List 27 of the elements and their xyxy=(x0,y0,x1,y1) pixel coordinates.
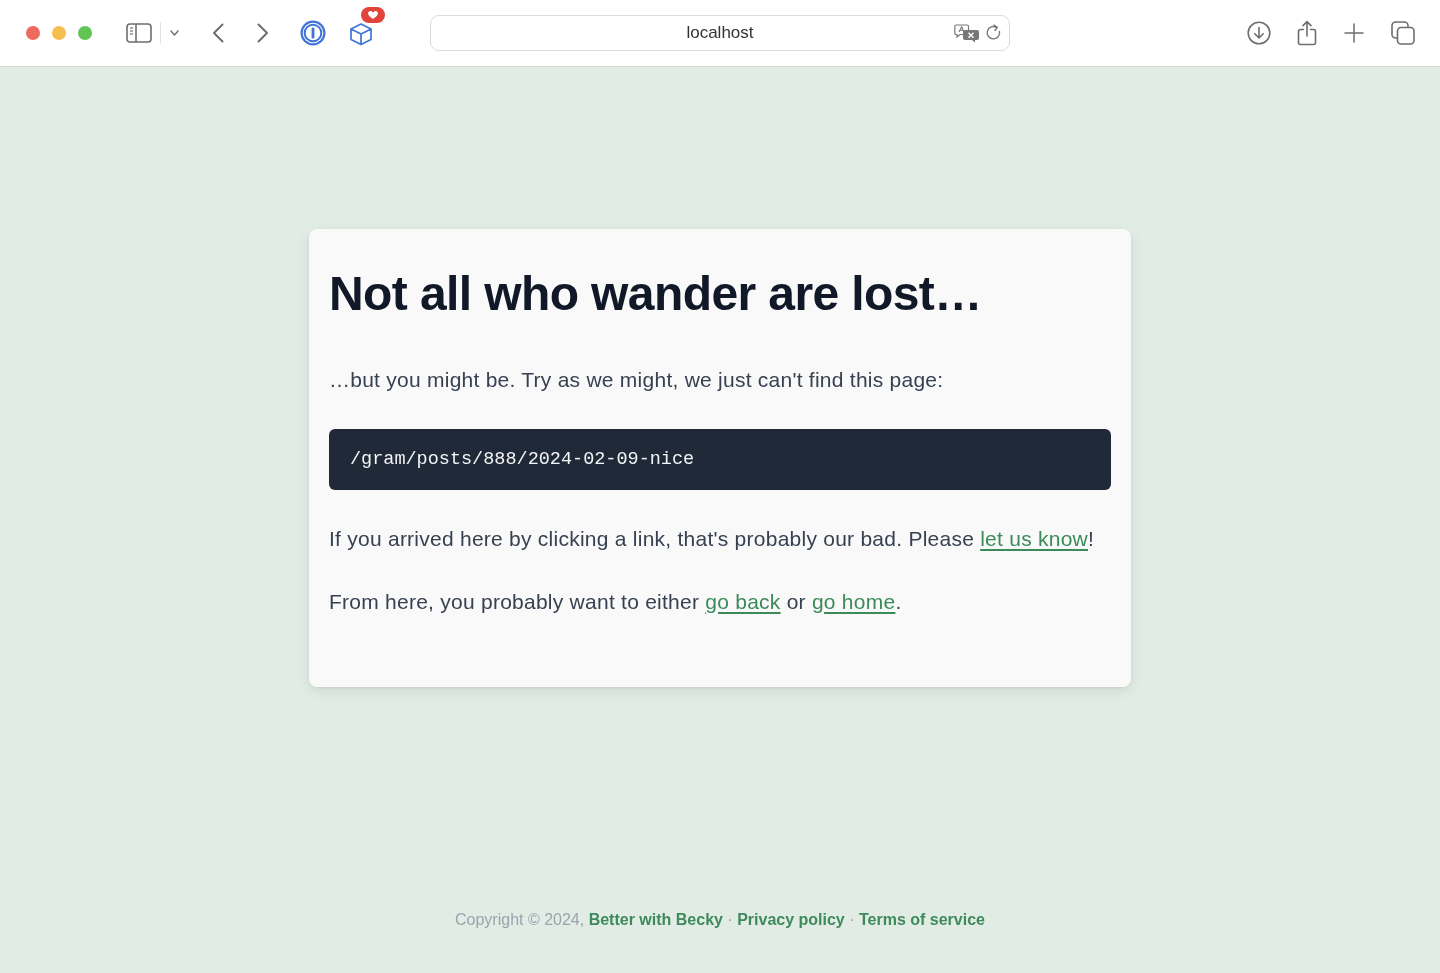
body-paragraph: If you arrived here by clicking a link, that's probably our bad. Please let us know! xyxy=(329,526,1096,552)
text-link[interactable]: go home xyxy=(811,590,896,613)
footer-link[interactable]: Privacy policy xyxy=(737,911,845,928)
footer-text: Copyright © 2024, Better with Becky · Privacy policy · Terms of service xyxy=(455,910,985,930)
back-icon[interactable] xyxy=(212,23,224,43)
page-heading: Not all who wander are lost… xyxy=(329,266,983,322)
share-icon[interactable] xyxy=(1297,20,1317,46)
forward-icon[interactable] xyxy=(257,23,269,43)
cube-icon[interactable] xyxy=(348,20,374,46)
footer-link[interactable]: Better with Becky xyxy=(588,911,723,928)
reload-icon[interactable] xyxy=(985,24,1003,42)
keyhole-ring-icon[interactable] xyxy=(300,20,326,46)
download-icon[interactable] xyxy=(1247,21,1271,45)
text-link[interactable]: let us know xyxy=(980,527,1088,550)
heart-badge-icon xyxy=(361,7,385,23)
body-paragraph: From here, you probably want to either go back or go home. xyxy=(329,589,903,615)
footer-link[interactable]: Terms of service xyxy=(859,911,985,928)
chevron-down-icon[interactable] xyxy=(170,30,179,36)
body-paragraph: …but you might be. Try as we might, we just can't find this page: xyxy=(329,367,945,393)
sidebar-icon[interactable] xyxy=(126,23,152,43)
code-block: /gram/posts/888/2024-02-09-nice xyxy=(329,429,1111,490)
plus-icon[interactable] xyxy=(1344,23,1364,43)
text-link[interactable]: go back xyxy=(705,590,781,613)
tabs-overview-icon[interactable] xyxy=(1391,21,1415,45)
address-field[interactable]: localhost xyxy=(430,15,1010,51)
window-control-button[interactable] xyxy=(26,26,40,40)
translate-icon[interactable] xyxy=(954,23,980,43)
